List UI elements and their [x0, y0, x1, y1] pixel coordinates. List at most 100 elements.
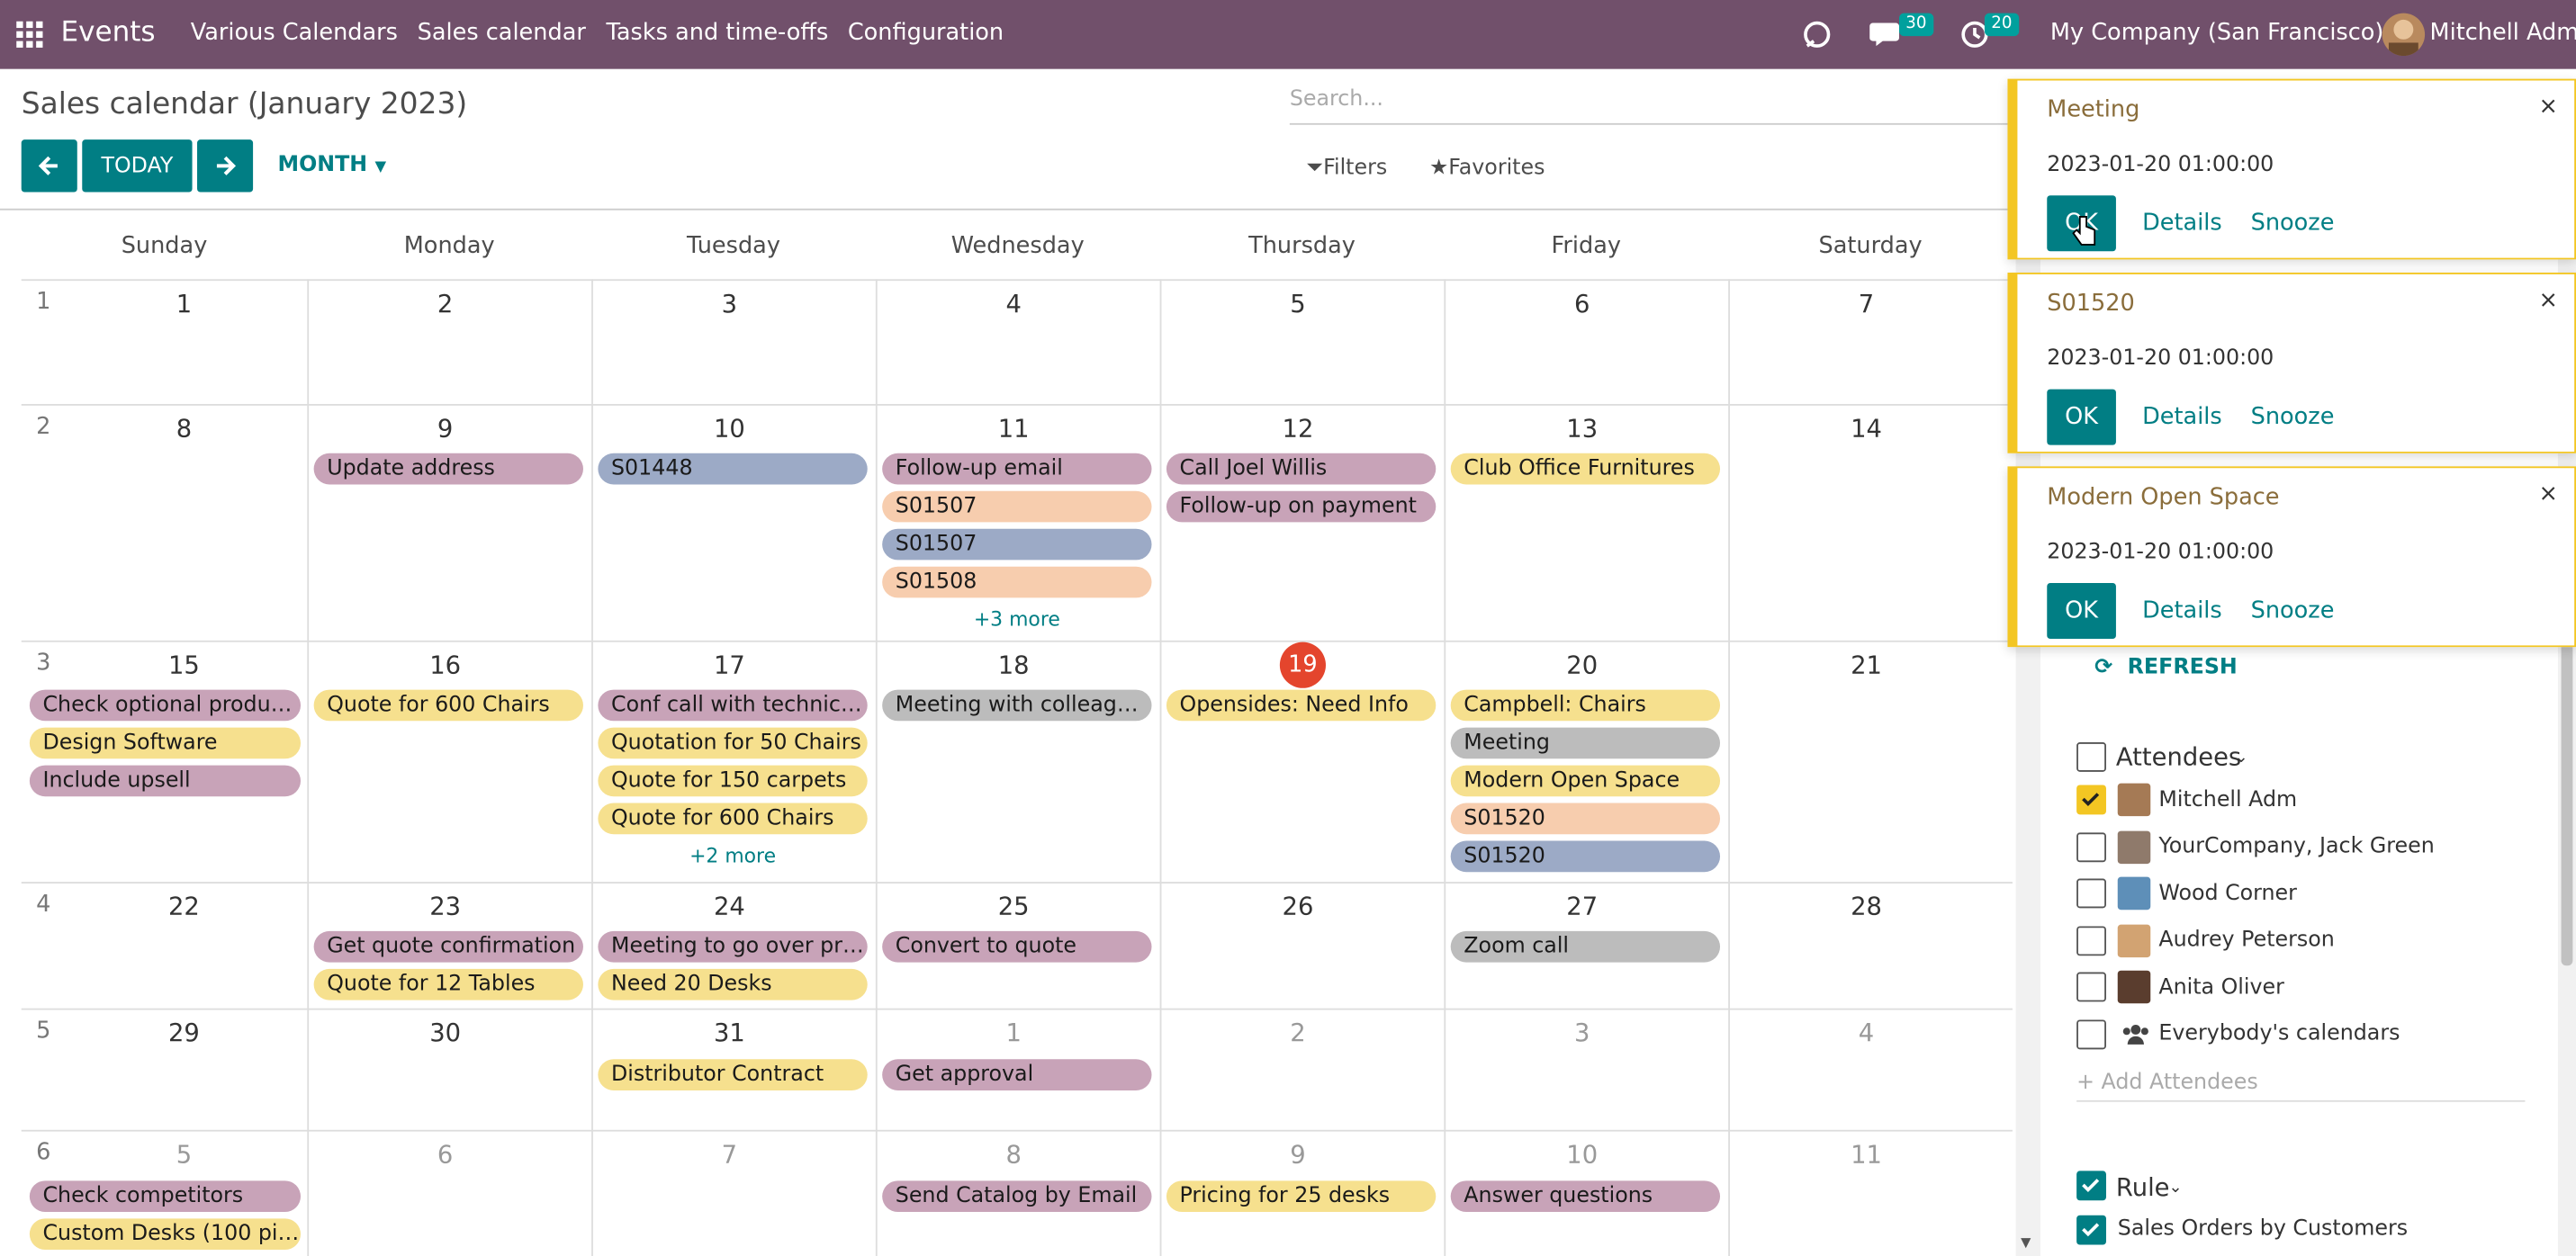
date-cell[interactable]: 1	[994, 1018, 1033, 1048]
user-menu[interactable]: Mitchell Adm	[2430, 20, 2576, 46]
date-cell[interactable]: 2	[426, 289, 465, 318]
calendar-event[interactable]: Update address	[313, 453, 583, 485]
apps-menu-icon[interactable]	[16, 21, 43, 48]
menu-sales-calendar[interactable]: Sales calendar	[418, 20, 586, 46]
more-events-link[interactable]: +3 more	[882, 607, 1151, 631]
calendar-event[interactable]: Custom Desks (100 pie...	[29, 1218, 302, 1251]
date-cell[interactable]: 16	[426, 650, 465, 680]
calendar-event[interactable]: Follow-up on payment	[1166, 490, 1437, 523]
user-avatar[interactable]	[2382, 13, 2426, 57]
today-button[interactable]: TODAY	[82, 139, 193, 193]
attendee-checkbox[interactable]	[2076, 972, 2106, 1002]
calendar-event[interactable]: Quote for 600 Chairs	[313, 689, 583, 722]
date-cell[interactable]: 31	[710, 1018, 750, 1048]
date-cell[interactable]: 3	[1563, 1018, 1602, 1048]
calendar-event[interactable]: Quote for 150 carpets	[598, 765, 868, 797]
date-cell[interactable]: 6	[426, 1140, 465, 1170]
calendar-event[interactable]: Get quote confirmation	[313, 930, 583, 963]
calendar-event[interactable]: S01448	[598, 453, 868, 485]
date-cell[interactable]: 5	[165, 1140, 204, 1170]
calendar-event[interactable]: Meeting to go over pri...	[598, 930, 868, 963]
attendee-checkbox[interactable]	[2076, 926, 2106, 956]
filters-button[interactable]: ⏷Filters	[1306, 156, 1387, 180]
attendee-checkbox[interactable]	[2076, 1019, 2106, 1050]
snooze-link[interactable]: Snooze	[2251, 404, 2335, 430]
attendee-checkbox[interactable]	[2076, 785, 2106, 815]
date-cell[interactable]: 8	[165, 414, 204, 444]
date-cell[interactable]: 1	[165, 289, 204, 318]
date-cell[interactable]: 24	[710, 892, 750, 921]
calendar-event[interactable]: Quotation for 50 Chairs	[598, 727, 868, 759]
date-cell[interactable]: 7	[1847, 289, 1887, 318]
calendar-event[interactable]: Quote for 600 Chairs	[598, 803, 868, 835]
date-cell[interactable]: 13	[1563, 414, 1602, 444]
date-cell[interactable]: 21	[1847, 650, 1887, 680]
calendar-event[interactable]: Check optional products	[29, 689, 302, 722]
calendar-event[interactable]: Call Joel Willis	[1166, 453, 1437, 485]
calendar-event[interactable]: Include upsell	[29, 765, 302, 797]
date-cell[interactable]: 26	[1278, 892, 1318, 921]
calendar-event[interactable]: S01520	[1450, 803, 1721, 835]
snooze-link[interactable]: Snooze	[2251, 597, 2335, 624]
app-name[interactable]: Events	[61, 16, 156, 49]
attendees-toggle-checkbox[interactable]	[2076, 742, 2106, 772]
calendar-event[interactable]: Get approval	[882, 1059, 1152, 1090]
date-cell[interactable]: 4	[994, 289, 1033, 318]
snooze-link[interactable]: Snooze	[2251, 211, 2335, 237]
calendar-event[interactable]: Answer questions	[1450, 1180, 1721, 1213]
calendar-event[interactable]: Modern Open Space	[1450, 765, 1721, 797]
company-switcher[interactable]: My Company (San Francisco)	[2050, 20, 2383, 46]
calendar-event[interactable]: Follow-up email	[882, 453, 1152, 485]
details-link[interactable]: Details	[2142, 404, 2222, 430]
menu-configuration[interactable]: Configuration	[848, 20, 1004, 46]
rule-item-checkbox[interactable]	[2076, 1215, 2106, 1245]
next-button[interactable]	[197, 139, 254, 193]
previous-button[interactable]	[21, 139, 77, 193]
date-cell[interactable]: 23	[426, 892, 465, 921]
date-cell[interactable]: 29	[165, 1018, 204, 1048]
date-cell[interactable]: 3	[710, 289, 750, 318]
favorites-button[interactable]: ★Favorites	[1429, 156, 1545, 180]
ok-button[interactable]: OK	[2047, 582, 2116, 640]
search-input[interactable]: Search...	[1289, 82, 2013, 125]
date-cell[interactable]: 30	[426, 1018, 465, 1048]
calendar-event[interactable]: S01507	[882, 528, 1152, 561]
scale-dropdown[interactable]: MONTH ▼	[277, 153, 386, 177]
date-cell[interactable]: 17	[710, 650, 750, 680]
calendar-event[interactable]: Meeting	[1450, 727, 1721, 759]
calendar-event[interactable]: S01520	[1450, 840, 1721, 873]
refresh-button[interactable]: ⟳ REFRESH	[2094, 655, 2238, 679]
date-cell[interactable]: 27	[1563, 892, 1602, 921]
calendar-event[interactable]: Need 20 Desks	[598, 968, 868, 1000]
calendar-event[interactable]: Quote for 12 Tables	[313, 968, 583, 1000]
calendar-event[interactable]: Convert to quote	[882, 930, 1152, 963]
odoobot-icon[interactable]	[1800, 18, 1833, 51]
attendee-checkbox[interactable]	[2076, 832, 2106, 863]
today-date[interactable]: 19	[1279, 641, 1326, 688]
date-cell[interactable]: 11	[994, 414, 1033, 444]
date-cell[interactable]: 14	[1847, 414, 1887, 444]
date-cell[interactable]: 18	[994, 650, 1033, 680]
menu-various-calendars[interactable]: Various Calendars	[191, 20, 398, 46]
attendee-checkbox[interactable]	[2076, 878, 2106, 909]
date-cell[interactable]: 11	[1847, 1140, 1887, 1170]
calendar-event[interactable]: Check competitors	[29, 1180, 302, 1213]
calendar-event[interactable]: Club Office Furnitures	[1450, 453, 1721, 485]
date-cell[interactable]: 10	[1563, 1140, 1602, 1170]
calendar-event[interactable]: Send Catalog by Email	[882, 1180, 1152, 1213]
calendar-event[interactable]: S01507	[882, 490, 1152, 523]
rule-section-label[interactable]: Rule	[2116, 1172, 2170, 1202]
date-cell[interactable]: 9	[426, 414, 465, 444]
date-cell[interactable]: 20	[1563, 650, 1602, 680]
calendar-event[interactable]: Pricing for 25 desks	[1166, 1180, 1437, 1213]
date-cell[interactable]: 7	[710, 1140, 750, 1170]
calendar-event[interactable]: Zoom call	[1450, 930, 1721, 963]
menu-tasks-timeoffs[interactable]: Tasks and time-offs	[607, 20, 829, 46]
close-icon[interactable]: ×	[2539, 94, 2558, 120]
add-attendees-input[interactable]: + Add Attendees	[2076, 1071, 2258, 1095]
date-cell[interactable]: 2	[1278, 1018, 1318, 1048]
date-cell[interactable]: 22	[165, 892, 204, 921]
close-icon[interactable]: ×	[2539, 481, 2558, 507]
date-cell[interactable]: 8	[994, 1140, 1033, 1170]
date-cell[interactable]: 6	[1563, 289, 1602, 318]
